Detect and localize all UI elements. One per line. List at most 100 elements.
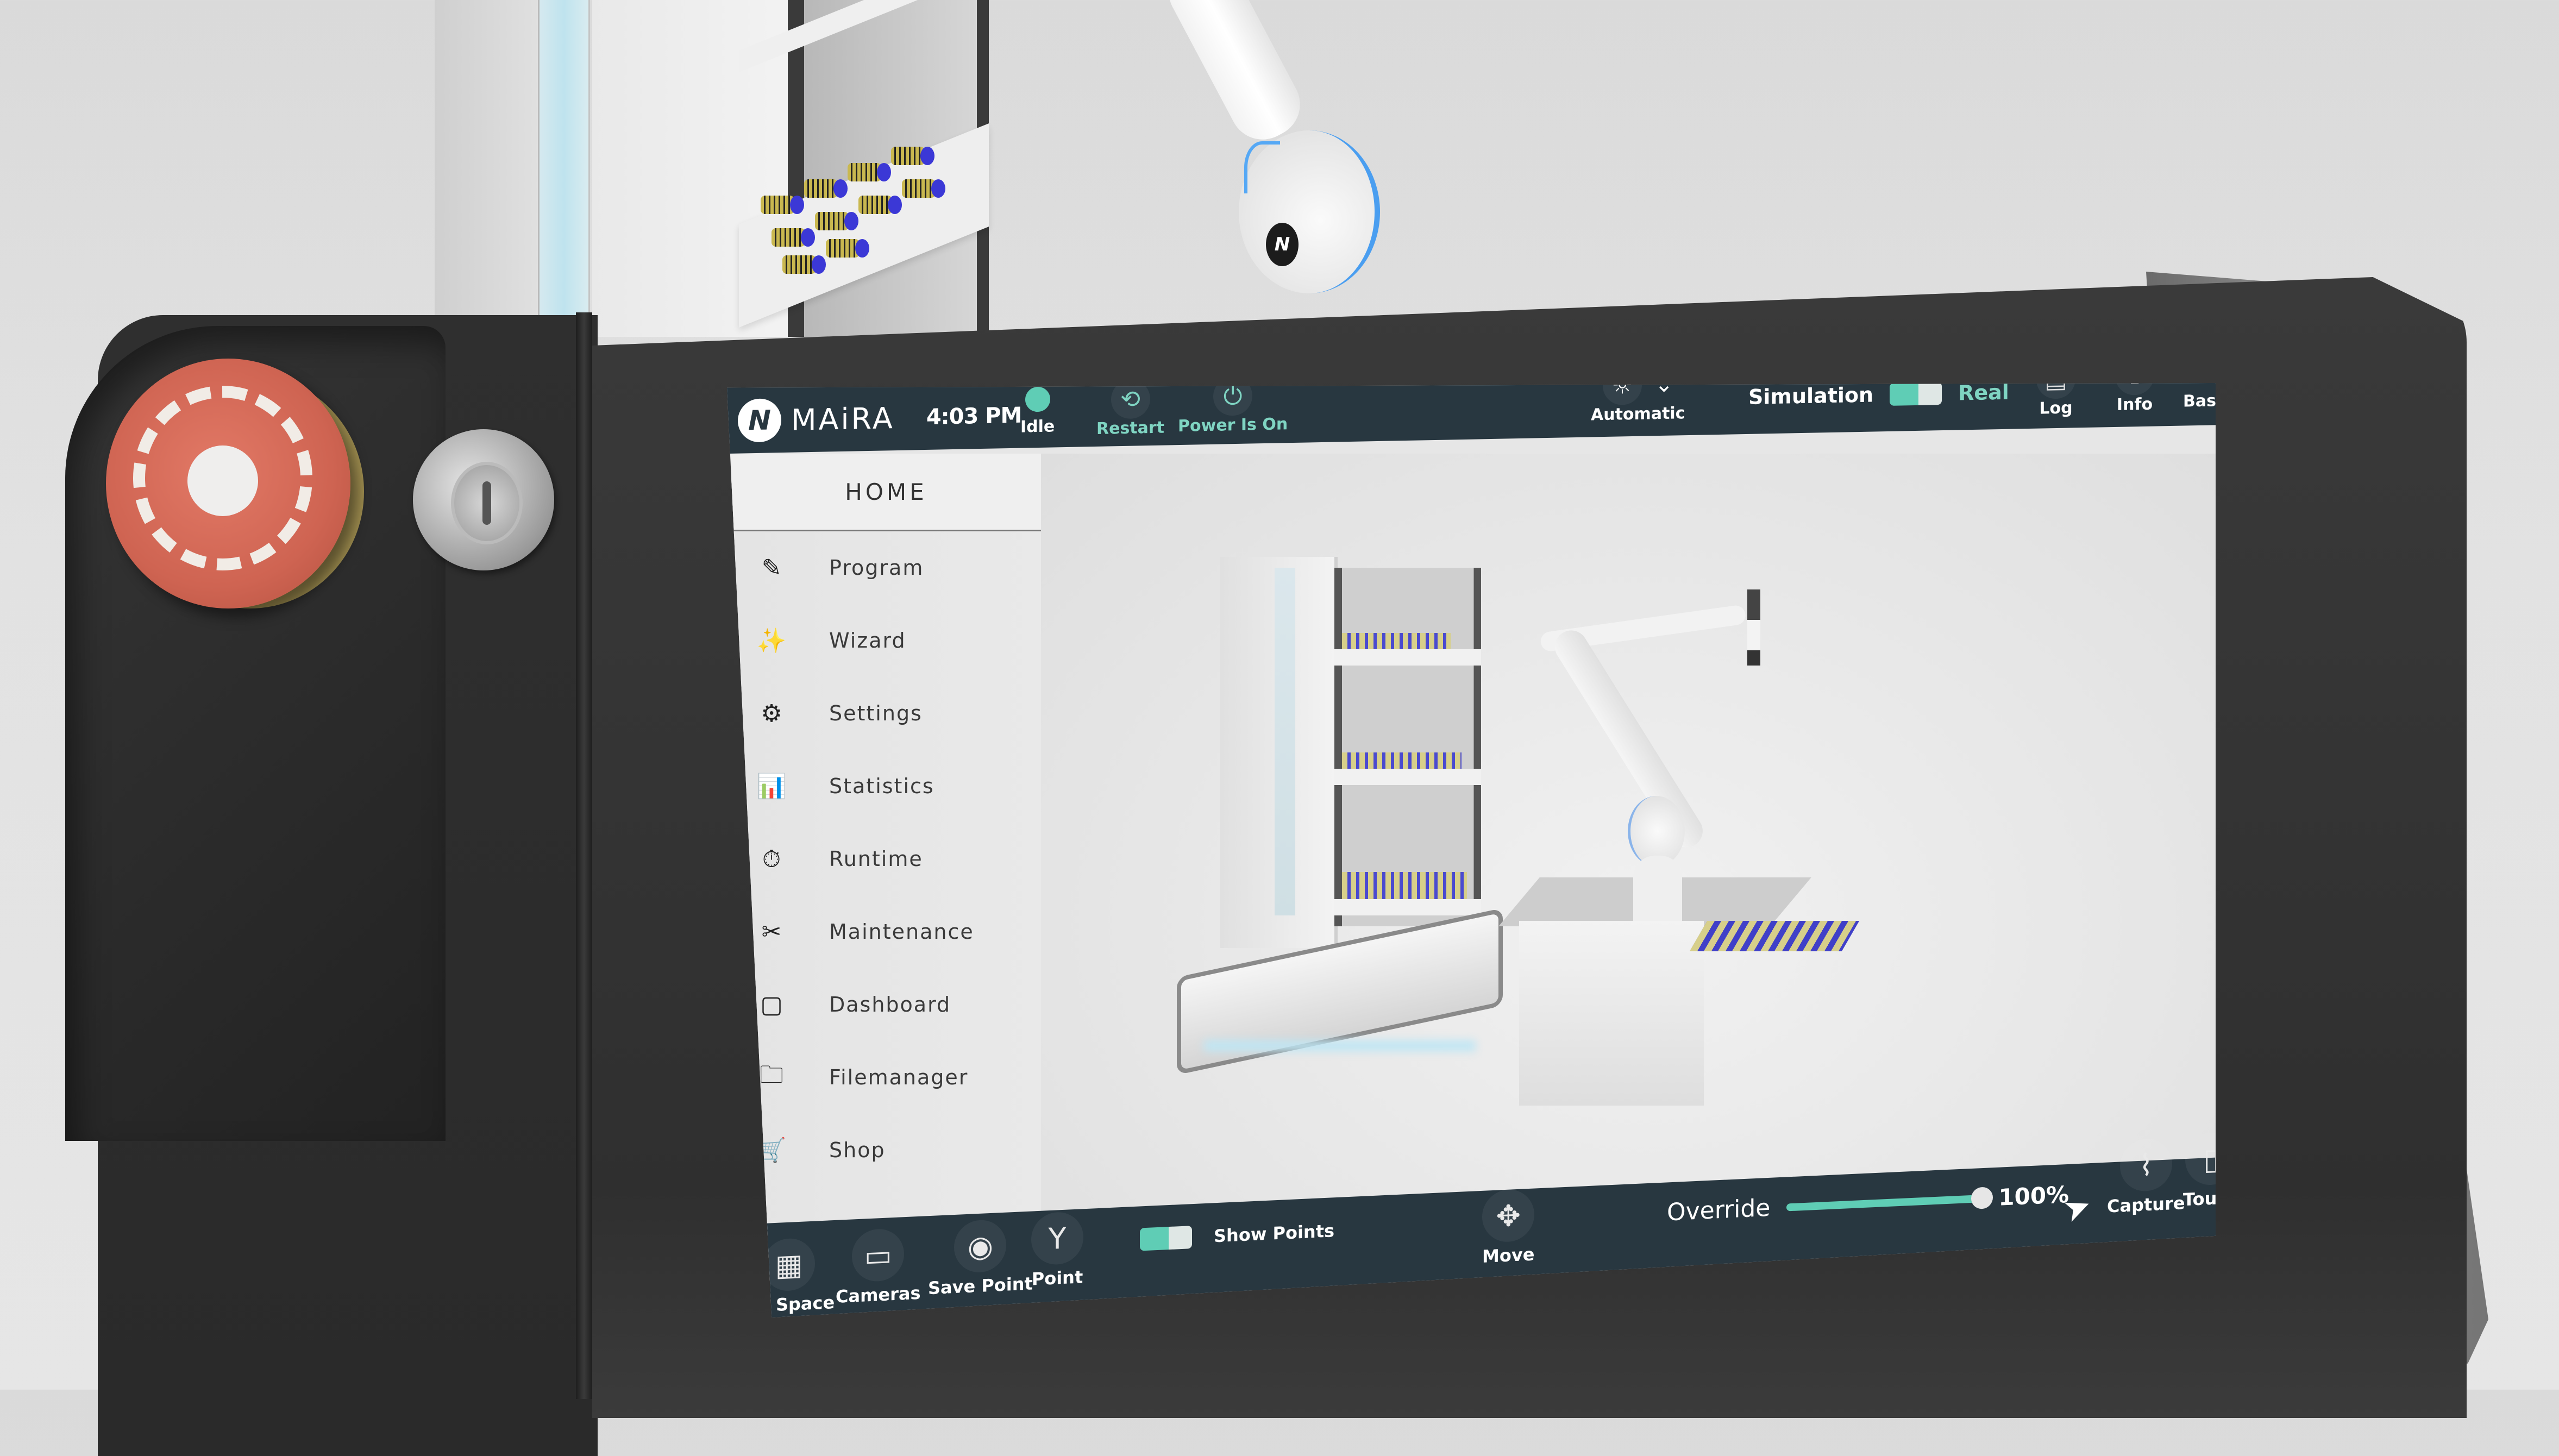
vial: [804, 179, 848, 198]
show-points-toggle[interactable]: Show Points: [1140, 1219, 1334, 1251]
info-button[interactable]: ℹ Info: [2115, 383, 2154, 415]
clock: 4:03 PM: [926, 403, 1022, 430]
brand-logo-icon: N: [1266, 223, 1299, 266]
power-icon: ⏻: [1213, 383, 1253, 416]
brand: N MAiRA 4:03 PM: [738, 394, 1021, 443]
vial: [782, 255, 826, 274]
simulation-real-toggle[interactable]: Simulation Real: [1748, 383, 2009, 409]
sidebar-item-label: Runtime: [829, 847, 923, 871]
sidebar-item-label: Wizard: [829, 629, 906, 652]
sidebar-item-statistics[interactable]: 📊 Statistics: [731, 750, 1041, 823]
save-point-icon: ◉: [954, 1219, 1007, 1274]
override-slider-thumb[interactable]: [1971, 1186, 1993, 1209]
point-label: Point: [1031, 1266, 1083, 1290]
edit-icon: ✎: [761, 554, 783, 582]
user-label: Basic User: [2183, 390, 2216, 411]
grid-plane-icon: ▦: [763, 1237, 816, 1292]
magic-wand-icon: ✨: [756, 627, 788, 655]
emergency-stop-button[interactable]: [106, 359, 350, 608]
sidebar-item-label: Maintenance: [829, 920, 974, 944]
estop-center-marking: [187, 445, 258, 516]
dashboard-icon: ▢: [760, 990, 784, 1019]
touch-icon: ▯: [2185, 1131, 2216, 1187]
arm-link: [1157, 0, 1312, 151]
touch-button[interactable]: ▯ Touch: [2183, 1131, 2216, 1210]
status-label: Idle: [1020, 417, 1055, 437]
simulation-switch[interactable]: [1890, 383, 1942, 406]
sidebar-item-settings[interactable]: ⚙ Settings: [731, 677, 1041, 750]
brand-logo-icon: N: [738, 398, 781, 443]
power-button[interactable]: ⏻ Power Is On: [1178, 383, 1288, 436]
override-label: Override: [1667, 1194, 1771, 1227]
scene-shelf: [1334, 899, 1481, 915]
vial: [891, 147, 934, 165]
save-point-label: Save Point: [928, 1273, 1033, 1299]
show-points-label: Show Points: [1214, 1220, 1335, 1247]
scene-goods: [1342, 872, 1467, 899]
sidebar-item-wizard[interactable]: ✨ Wizard: [731, 604, 1041, 677]
touch-label: Touch: [2183, 1187, 2216, 1210]
override-slider[interactable]: [1786, 1186, 1993, 1211]
camera-icon: ▭: [852, 1228, 905, 1283]
sidebar-item-maintenance[interactable]: ✂ Maintenance: [731, 895, 1041, 968]
sidebar-item-runtime[interactable]: ⏱ Runtime: [731, 823, 1041, 895]
scene-table: [1519, 921, 1704, 1106]
key-slot: [482, 481, 491, 525]
log-button[interactable]: ▤ Log: [2036, 383, 2075, 418]
scene-tray: [1689, 921, 1860, 951]
move-arrows-icon: ✥: [1482, 1188, 1535, 1243]
scene-base-light: [1204, 1040, 1476, 1051]
sidebar-item-label: Shop: [829, 1138, 886, 1162]
point-icon: Y: [1031, 1211, 1083, 1266]
cameras-label: Cameras: [836, 1282, 921, 1307]
capture-label: Capture: [2107, 1193, 2185, 1217]
capture-icon: ⌇: [2119, 1138, 2172, 1193]
power-label: Power Is On: [1178, 415, 1288, 436]
user-button[interactable]: ☺ Basic User: [2183, 383, 2216, 411]
auto-mode-icon: ☼: [1602, 383, 1642, 406]
background-robot-arm: N: [1152, 0, 1434, 304]
key-switch[interactable]: [413, 429, 554, 570]
scene-shelf: [1334, 769, 1481, 785]
show-points-switch[interactable]: [1140, 1226, 1192, 1251]
settings-icon: ⚙: [761, 699, 783, 727]
mode-selector[interactable]: ☼ ⌄ Automatic: [1591, 383, 1685, 424]
sidebar-item-label: Settings: [829, 701, 923, 725]
info-label: Info: [2116, 394, 2153, 415]
key-switch-bezel: [451, 462, 523, 544]
restart-button[interactable]: ⟲ Restart: [1096, 383, 1164, 438]
capture-button[interactable]: ⌇ Capture: [2107, 1137, 2185, 1217]
point-button[interactable]: Y Point: [1031, 1211, 1083, 1290]
scene-arm-upper: [1548, 624, 1709, 853]
vial: [848, 163, 891, 181]
top-bar: N MAiRA 4:03 PM Idle ⟲ Restart ⏻ Power I…: [727, 383, 2216, 454]
mode-label: Automatic: [1591, 404, 1685, 425]
vial: [815, 212, 858, 230]
sidebar-item-shop[interactable]: 🛒 Shop: [731, 1114, 1041, 1187]
restart-label: Restart: [1096, 418, 1165, 438]
scene-gripper: [1747, 589, 1760, 666]
simulation-label: Simulation: [1748, 383, 1874, 409]
log-icon: ▤: [2036, 383, 2075, 399]
3d-viewport[interactable]: [1041, 454, 2216, 1236]
background-storage-tower: [435, 0, 1108, 337]
pendant-screen: HOME ✎ Program ✨ Wizard ⚙ Settings 📊 Statist…: [727, 383, 2216, 1317]
sidebar-item-label: Program: [829, 556, 924, 580]
sidebar-home-header[interactable]: HOME: [731, 454, 1041, 531]
override-control: Override 100%: [1667, 1181, 2069, 1227]
sidebar-item-filemanager[interactable]: 🗀 Filemanager: [731, 1041, 1041, 1114]
chevron-down-icon[interactable]: ⌄: [1655, 383, 1673, 397]
scene-shelves: [1334, 568, 1481, 926]
move-button[interactable]: ✥ Move: [1482, 1188, 1535, 1267]
status-indicator: Idle: [1020, 386, 1055, 437]
cameras-button[interactable]: ▭ Cameras: [836, 1227, 921, 1307]
sidebar-item-dashboard[interactable]: ▢ Dashboard: [731, 968, 1041, 1041]
scene-storage-tower: [1220, 557, 1338, 948]
sidebar-item-program[interactable]: ✎ Program: [731, 531, 1041, 604]
scene-arm-base: [1633, 856, 1682, 921]
stopwatch-icon: ⏱: [762, 845, 782, 873]
save-point-button[interactable]: ◉ Save Point: [928, 1217, 1033, 1298]
info-icon: ℹ: [2115, 383, 2154, 396]
scene-shelf: [1334, 649, 1481, 666]
sidebar-item-label: Dashboard: [829, 993, 951, 1016]
